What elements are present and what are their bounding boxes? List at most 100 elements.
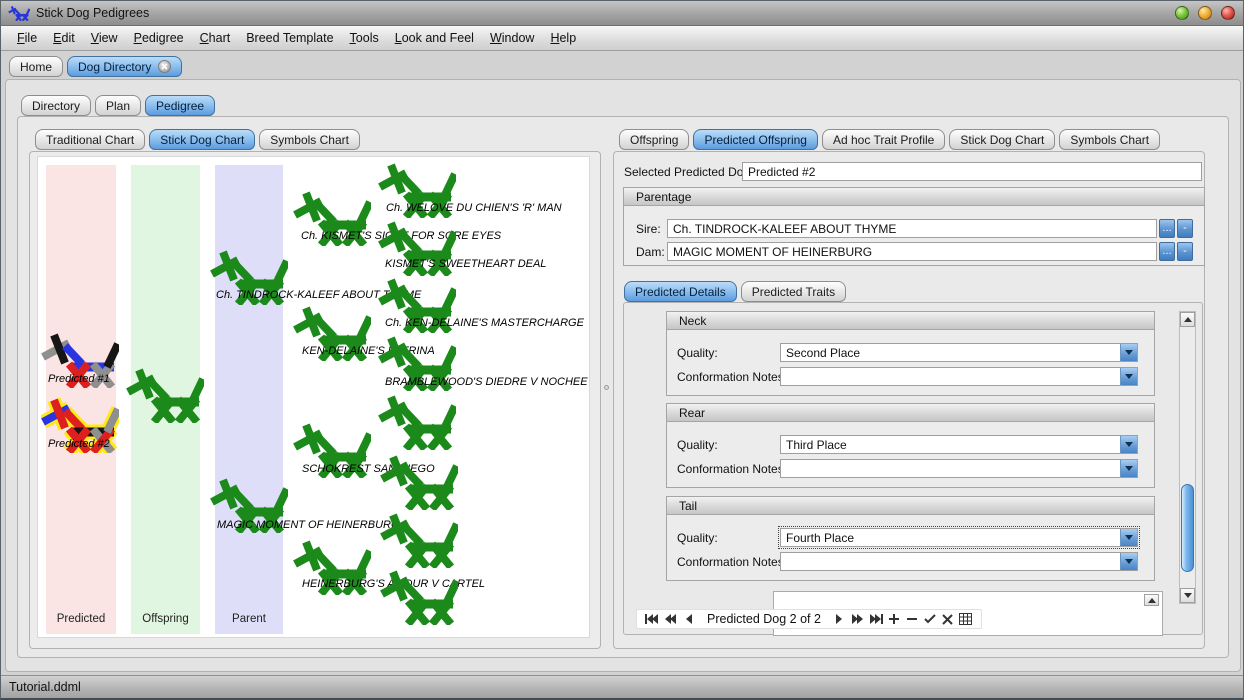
scrollbar-thumb[interactable] <box>1181 484 1194 572</box>
view-tab-pedigree[interactable]: Pedigree <box>145 95 215 116</box>
dog-name-label: BRAMBLEWOOD'S DIEDRE V NOCHEE II <box>385 376 590 388</box>
column-parent: Parent <box>215 165 283 634</box>
dog-tail <box>359 317 370 340</box>
doc-tab-dog-directory[interactable]: Dog Directory <box>67 56 182 77</box>
neck-quality-combo[interactable]: Second Place <box>780 343 1138 362</box>
view-tab-plan[interactable]: Plan <box>95 95 141 116</box>
rear-conformation-notes-combo[interactable] <box>780 459 1138 478</box>
offspring-tab-label: Stick Dog Chart <box>960 133 1044 147</box>
nav-next-button[interactable] <box>831 611 849 627</box>
nav-first-button[interactable] <box>643 611 661 627</box>
dam-field[interactable]: MAGIC MOMENT OF HEINERBURG <box>667 242 1157 261</box>
dog-name-label: MAGIC MOMENT OF HEINERBURG <box>217 519 400 531</box>
dam-remove-button[interactable]: - <box>1177 242 1193 261</box>
window-title: Stick Dog Pedigrees <box>36 6 149 20</box>
view-tabs: DirectoryPlanPedigree <box>21 95 219 116</box>
stick-dog[interactable] <box>380 567 458 625</box>
menu-file[interactable]: File <box>9 28 45 48</box>
predicted-dog-label: Predicted #2 <box>48 438 110 450</box>
menu-view[interactable]: View <box>83 28 126 48</box>
combo-dropdown-button[interactable] <box>1120 553 1137 570</box>
detail-tab-label: Predicted Details <box>635 285 726 299</box>
menu-help[interactable]: Help <box>542 28 584 48</box>
detail-tab-predicted-traits[interactable]: Predicted Traits <box>741 281 846 302</box>
nav-grid-button[interactable] <box>957 611 975 627</box>
sire-remove-button[interactable]: - <box>1177 219 1193 238</box>
scroll-up-button[interactable] <box>1180 312 1195 327</box>
detail-tabs: Predicted Details Predicted Traits <box>624 281 850 302</box>
neck-conformation-notes-combo[interactable] <box>780 367 1138 386</box>
stick-dog[interactable] <box>380 510 458 568</box>
tail-conformation-notes-combo[interactable] <box>780 552 1138 571</box>
menu-chart[interactable]: Chart <box>192 28 239 48</box>
offspring-tab-stick-dog-chart[interactable]: Stick Dog Chart <box>949 129 1055 150</box>
section-header: Rear <box>667 404 1154 422</box>
tail-quality-combo[interactable]: Fourth Place <box>780 528 1138 547</box>
sire-browse-button[interactable]: ... <box>1159 219 1175 238</box>
sire-field[interactable]: Ch. TINDROCK-KALEEF ABOUT THYME <box>667 219 1157 238</box>
close-button[interactable] <box>1221 6 1235 20</box>
chart-tab-symbols-chart[interactable]: Symbols Chart <box>259 129 360 150</box>
scroll-up-button[interactable] <box>1144 594 1159 606</box>
scroll-down-button[interactable] <box>1180 588 1195 603</box>
dog-tail <box>446 524 457 547</box>
dog-tail <box>446 466 457 489</box>
menu-edit[interactable]: Edit <box>45 28 83 48</box>
dog-name-label: Ch. KEN-DELAINE'S MASTERCHARGE <box>385 317 584 329</box>
doc-tab-home[interactable]: Home <box>9 56 63 77</box>
menu-breed-template[interactable]: Breed Template <box>238 28 341 48</box>
nav-rewind-button[interactable] <box>661 611 679 627</box>
offspring-tab-offspring[interactable]: Offspring <box>619 129 689 150</box>
chart-tab-traditional-chart[interactable]: Traditional Chart <box>35 129 145 150</box>
rear-quality-combo[interactable]: Third Place <box>780 435 1138 454</box>
combo-dropdown-button[interactable] <box>1120 529 1137 546</box>
status-bar: Tutorial.ddml <box>1 675 1243 698</box>
stick-dog[interactable] <box>380 452 458 510</box>
dog-tail <box>26 9 29 15</box>
quality-label: Quality: <box>677 531 718 545</box>
section-header: Tail <box>667 497 1154 515</box>
offspring-tab-ad-hoc-trait-profile[interactable]: Ad hoc Trait Profile <box>822 129 945 150</box>
maximize-button[interactable] <box>1198 6 1212 20</box>
menu-window[interactable]: Window <box>482 28 542 48</box>
stick-dog-chart-canvas[interactable]: PredictedOffspringParentCh. WELOVE DU CH… <box>37 156 590 638</box>
offspring-tab-label: Offspring <box>630 133 678 147</box>
dog-tail <box>444 289 455 312</box>
selected-predicted-dog-field[interactable]: Predicted #2 <box>742 162 1202 181</box>
tab-close-icon[interactable] <box>158 60 171 73</box>
minimize-button[interactable] <box>1175 6 1189 20</box>
doc-tabs: HomeDog Directory <box>9 56 186 77</box>
dog-tail <box>444 406 455 429</box>
view-tab-directory[interactable]: Directory <box>21 95 91 116</box>
menu-tools[interactable]: Tools <box>342 28 387 48</box>
detail-tab-predicted-details[interactable]: Predicted Details <box>624 281 737 302</box>
splitter[interactable] <box>602 153 612 647</box>
chart-tab-stick-dog-chart[interactable]: Stick Dog Chart <box>149 129 255 150</box>
nav-add-button[interactable] <box>885 611 903 627</box>
combo-dropdown-button[interactable] <box>1120 344 1137 361</box>
menu-pedigree[interactable]: Pedigree <box>126 28 192 48</box>
selected-predicted-dog-label: Selected Predicted Dog: <box>624 165 753 179</box>
combo-dropdown-button[interactable] <box>1120 460 1137 477</box>
nav-last-button[interactable] <box>867 611 885 627</box>
predicted-dog-label: Predicted #1 <box>48 373 110 385</box>
offspring-tab-predicted-offspring[interactable]: Predicted Offspring <box>693 129 818 150</box>
parentage-group: Parentage Sire: Ch. TINDROCK-KALEEF ABOU… <box>623 187 1205 266</box>
splitter-knob[interactable] <box>604 385 609 390</box>
form-scrollbar[interactable] <box>1179 311 1196 604</box>
offspring-tab-symbols-chart[interactable]: Symbols Chart <box>1059 129 1160 150</box>
stick-dog[interactable] <box>378 392 456 450</box>
nav-commit-button[interactable] <box>921 611 939 627</box>
nav-fast-forward-button[interactable] <box>849 611 867 627</box>
dog-tail <box>359 202 370 225</box>
stick-dog[interactable] <box>126 365 204 423</box>
dam-browse-button[interactable]: ... <box>1159 242 1175 261</box>
section-neck: NeckQuality:Second PlaceConformation Not… <box>666 311 1155 396</box>
nav-previous-button[interactable] <box>679 611 697 627</box>
combo-dropdown-button[interactable] <box>1120 368 1137 385</box>
nav-cancel-button[interactable] <box>939 611 957 627</box>
combo-dropdown-button[interactable] <box>1120 436 1137 453</box>
combo-value: Fourth Place <box>781 529 1120 546</box>
nav-remove-button[interactable] <box>903 611 921 627</box>
menu-look-and-feel[interactable]: Look and Feel <box>387 28 482 48</box>
